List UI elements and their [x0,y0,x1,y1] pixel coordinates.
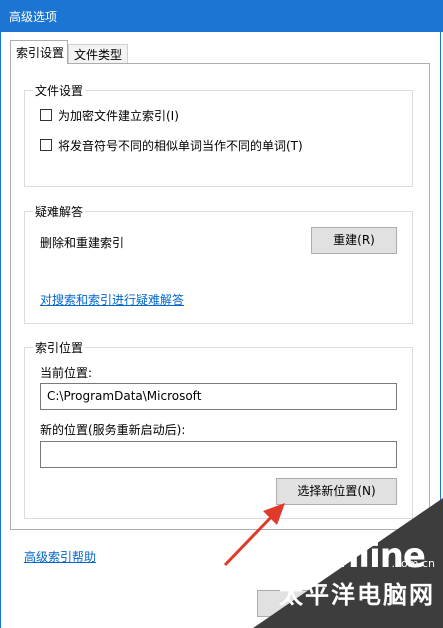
group-title-troubleshooting: 疑难解答 [33,203,86,220]
troubleshoot-link[interactable]: 对搜索和索引进行疑难解答 [40,291,184,308]
title-bar: 高级选项 [0,0,443,32]
watermark-chinese: 太平洋电脑网 [279,581,435,609]
new-location-label: 新的位置(服务重新启动后): [40,423,186,437]
group-title-index-location: 索引位置 [33,339,86,356]
watermark-domain: .com.cn [391,557,435,570]
rebuild-description: 删除和重建索引 [40,236,125,250]
new-location-field[interactable] [40,441,397,468]
checkbox-diacritics[interactable] [40,139,52,151]
group-troubleshooting: 疑难解答 删除和重建索引 重建(R) 对搜索和索引进行疑难解答 [24,203,413,324]
advanced-index-help-link[interactable]: 高级索引帮助 [24,548,96,565]
current-location-field[interactable]: C:\ProgramData\Microsoft [40,383,397,410]
window-title: 高级选项 [9,10,58,24]
group-file-settings: 文件设置 为加密文件建立索引(I) 将发音符号不同的相似单词当作不同的单词(T) [24,82,413,187]
watermark-brand: PConline [264,536,426,576]
checkbox-label-diacritics: 将发音符号不同的相似单词当作不同的单词(T) [58,139,303,153]
checkbox-encrypted-files[interactable] [40,109,52,121]
tab-index-settings[interactable]: 索引设置 [10,40,68,64]
current-location-label: 当前位置: [40,366,93,380]
rebuild-button[interactable]: 重建(R) [311,227,397,254]
tab-file-types[interactable]: 文件类型 [68,44,128,64]
checkbox-label-encrypted-files: 为加密文件建立索引(I) [58,109,179,123]
group-title-file-settings: 文件设置 [33,82,86,99]
